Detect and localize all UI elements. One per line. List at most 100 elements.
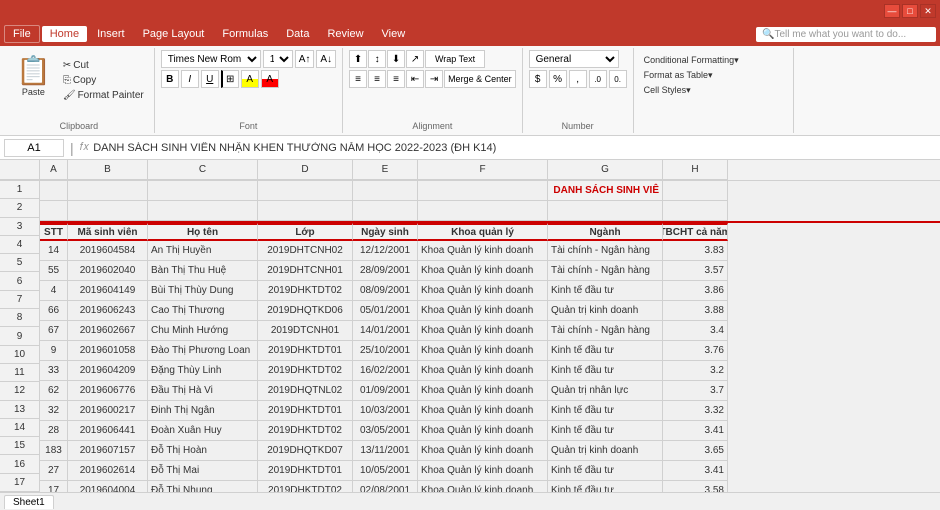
cell-name-7[interactable]: Đầu Thị Hà Vi bbox=[148, 381, 258, 401]
border-button[interactable]: ⊞ bbox=[221, 70, 239, 88]
align-right-btn[interactable]: ≡ bbox=[387, 70, 405, 88]
cell-lop-9[interactable]: 2019DHKTDT02 bbox=[258, 421, 353, 441]
align-center-btn[interactable]: ≡ bbox=[368, 70, 386, 88]
cell-b2[interactable] bbox=[68, 201, 148, 221]
cell-lop-5[interactable]: 2019DHKTDT01 bbox=[258, 341, 353, 361]
col-header-h[interactable]: H bbox=[663, 160, 728, 180]
cell-tbcht-1[interactable]: 3.57 bbox=[663, 261, 728, 281]
cell-tbcht-2[interactable]: 3.86 bbox=[663, 281, 728, 301]
cell-f1[interactable] bbox=[418, 181, 548, 201]
row-header-14[interactable]: 14 bbox=[0, 419, 40, 437]
format-as-table-btn[interactable]: Format as Table▾ bbox=[640, 69, 717, 82]
menu-page-layout[interactable]: Page Layout bbox=[135, 26, 213, 42]
cell-lop-7[interactable]: 2019DHQTNL02 bbox=[258, 381, 353, 401]
cell-ngay-11[interactable]: 10/05/2001 bbox=[353, 461, 418, 481]
align-bottom-btn[interactable]: ⬇ bbox=[387, 50, 405, 68]
cell-khoa-3[interactable]: Khoa Quản lý kinh doanh bbox=[418, 301, 548, 321]
decrease-decimal-btn[interactable]: .0 bbox=[589, 70, 607, 88]
cell-nganh-2[interactable]: Kinh tế đầu tư bbox=[548, 281, 663, 301]
format-painter-button[interactable]: 🖌 Format Painter bbox=[59, 89, 148, 102]
cell-ngay-12[interactable]: 02/08/2001 bbox=[353, 481, 418, 492]
cell-lop-2[interactable]: 2019DHKTDT02 bbox=[258, 281, 353, 301]
header-nganh[interactable]: Ngành bbox=[548, 223, 663, 241]
row-header-7[interactable]: 7 bbox=[0, 291, 40, 309]
cell-name-8[interactable]: Đinh Thị Ngân bbox=[148, 401, 258, 421]
text-angle-btn[interactable]: ↗ bbox=[406, 50, 424, 68]
maximize-btn[interactable]: □ bbox=[902, 4, 918, 18]
bold-button[interactable]: B bbox=[161, 70, 179, 88]
cell-khoa-11[interactable]: Khoa Quản lý kinh doanh bbox=[418, 461, 548, 481]
cell-name-4[interactable]: Chu Minh Hướng bbox=[148, 321, 258, 341]
cell-msv-7[interactable]: 2019606776 bbox=[68, 381, 148, 401]
cell-lop-12[interactable]: 2019DHKTDT02 bbox=[258, 481, 353, 492]
cell-stt-8[interactable]: 32 bbox=[40, 401, 68, 421]
cell-nganh-12[interactable]: Kinh tế đầu tư bbox=[548, 481, 663, 492]
menu-review[interactable]: Review bbox=[319, 26, 371, 42]
font-shrink-btn[interactable]: A↓ bbox=[316, 50, 336, 68]
cell-name-11[interactable]: Đỗ Thị Mai bbox=[148, 461, 258, 481]
currency-btn[interactable]: $ bbox=[529, 70, 547, 88]
cell-nganh-10[interactable]: Quản trị kinh doanh bbox=[548, 441, 663, 461]
cell-f2[interactable] bbox=[418, 201, 548, 221]
cell-stt-12[interactable]: 17 bbox=[40, 481, 68, 492]
cell-a2[interactable] bbox=[40, 201, 68, 221]
cell-a1[interactable] bbox=[40, 181, 68, 201]
row-header-9[interactable]: 9 bbox=[0, 327, 40, 345]
cell-msv-0[interactable]: 2019604584 bbox=[68, 241, 148, 261]
cell-name-2[interactable]: Bùi Thị Thùy Dung bbox=[148, 281, 258, 301]
align-middle-btn[interactable]: ↕ bbox=[368, 50, 386, 68]
cell-stt-11[interactable]: 27 bbox=[40, 461, 68, 481]
row-header-1[interactable]: 1 bbox=[0, 181, 40, 199]
cell-msv-10[interactable]: 2019607157 bbox=[68, 441, 148, 461]
cell-khoa-1[interactable]: Khoa Quản lý kinh doanh bbox=[418, 261, 548, 281]
cell-khoa-0[interactable]: Khoa Quản lý kinh doanh bbox=[418, 241, 548, 261]
row-header-8[interactable]: 8 bbox=[0, 309, 40, 327]
cell-tbcht-0[interactable]: 3.83 bbox=[663, 241, 728, 261]
cell-nganh-3[interactable]: Quản trị kinh doanh bbox=[548, 301, 663, 321]
cell-nganh-6[interactable]: Kinh tế đầu tư bbox=[548, 361, 663, 381]
decrease-indent-btn[interactable]: ⇤ bbox=[406, 70, 424, 88]
menu-data[interactable]: Data bbox=[278, 26, 317, 42]
cell-khoa-8[interactable]: Khoa Quản lý kinh doanh bbox=[418, 401, 548, 421]
cell-ngay-10[interactable]: 13/11/2001 bbox=[353, 441, 418, 461]
cell-khoa-4[interactable]: Khoa Quản lý kinh doanh bbox=[418, 321, 548, 341]
col-header-g[interactable]: G bbox=[548, 160, 663, 180]
header-hoten[interactable]: Họ tên bbox=[148, 223, 258, 241]
cell-name-1[interactable]: Bàn Thị Thu Huệ bbox=[148, 261, 258, 281]
cell-lop-11[interactable]: 2019DHKTDT01 bbox=[258, 461, 353, 481]
function-btn[interactable]: 𝑓𝑥 bbox=[80, 141, 90, 154]
cell-lop-1[interactable]: 2019DHTCNH01 bbox=[258, 261, 353, 281]
header-khoa[interactable]: Khoa quản lý bbox=[418, 223, 548, 241]
cell-khoa-6[interactable]: Khoa Quản lý kinh doanh bbox=[418, 361, 548, 381]
cell-name-0[interactable]: An Thị Huyền bbox=[148, 241, 258, 261]
col-header-d[interactable]: D bbox=[258, 160, 353, 180]
menu-formulas[interactable]: Formulas bbox=[214, 26, 276, 42]
align-left-btn[interactable]: ≡ bbox=[349, 70, 367, 88]
cell-lop-0[interactable]: 2019DHTCNH02 bbox=[258, 241, 353, 261]
col-header-c[interactable]: C bbox=[148, 160, 258, 180]
cell-b1[interactable] bbox=[68, 181, 148, 201]
cell-name-12[interactable]: Đỗ Thị Nhung bbox=[148, 481, 258, 492]
wrap-text-btn[interactable]: Wrap Text bbox=[425, 50, 485, 68]
cell-ngay-2[interactable]: 08/09/2001 bbox=[353, 281, 418, 301]
cell-nganh-0[interactable]: Tài chính - Ngân hàng bbox=[548, 241, 663, 261]
menu-home[interactable]: Home bbox=[42, 26, 87, 42]
minimize-btn[interactable]: — bbox=[884, 4, 900, 18]
row-header-17[interactable]: 17 bbox=[0, 474, 40, 492]
cell-name-5[interactable]: Đào Thị Phương Loan bbox=[148, 341, 258, 361]
row-header-10[interactable]: 10 bbox=[0, 346, 40, 364]
cell-nganh-11[interactable]: Kinh tế đầu tư bbox=[548, 461, 663, 481]
cell-reference-box[interactable] bbox=[4, 139, 64, 157]
cell-msv-4[interactable]: 2019602667 bbox=[68, 321, 148, 341]
cell-khoa-7[interactable]: Khoa Quản lý kinh doanh bbox=[418, 381, 548, 401]
header-lop[interactable]: Lớp bbox=[258, 223, 353, 241]
cell-nganh-1[interactable]: Tài chính - Ngân hàng bbox=[548, 261, 663, 281]
cell-nganh-5[interactable]: Kinh tế đầu tư bbox=[548, 341, 663, 361]
cell-tbcht-7[interactable]: 3.7 bbox=[663, 381, 728, 401]
cell-msv-2[interactable]: 2019604149 bbox=[68, 281, 148, 301]
cell-khoa-2[interactable]: Khoa Quản lý kinh doanh bbox=[418, 281, 548, 301]
row-header-6[interactable]: 6 bbox=[0, 272, 40, 290]
cell-d2[interactable] bbox=[258, 201, 353, 221]
merge-center-btn[interactable]: Merge & Center bbox=[444, 70, 516, 88]
cell-stt-0[interactable]: 14 bbox=[40, 241, 68, 261]
